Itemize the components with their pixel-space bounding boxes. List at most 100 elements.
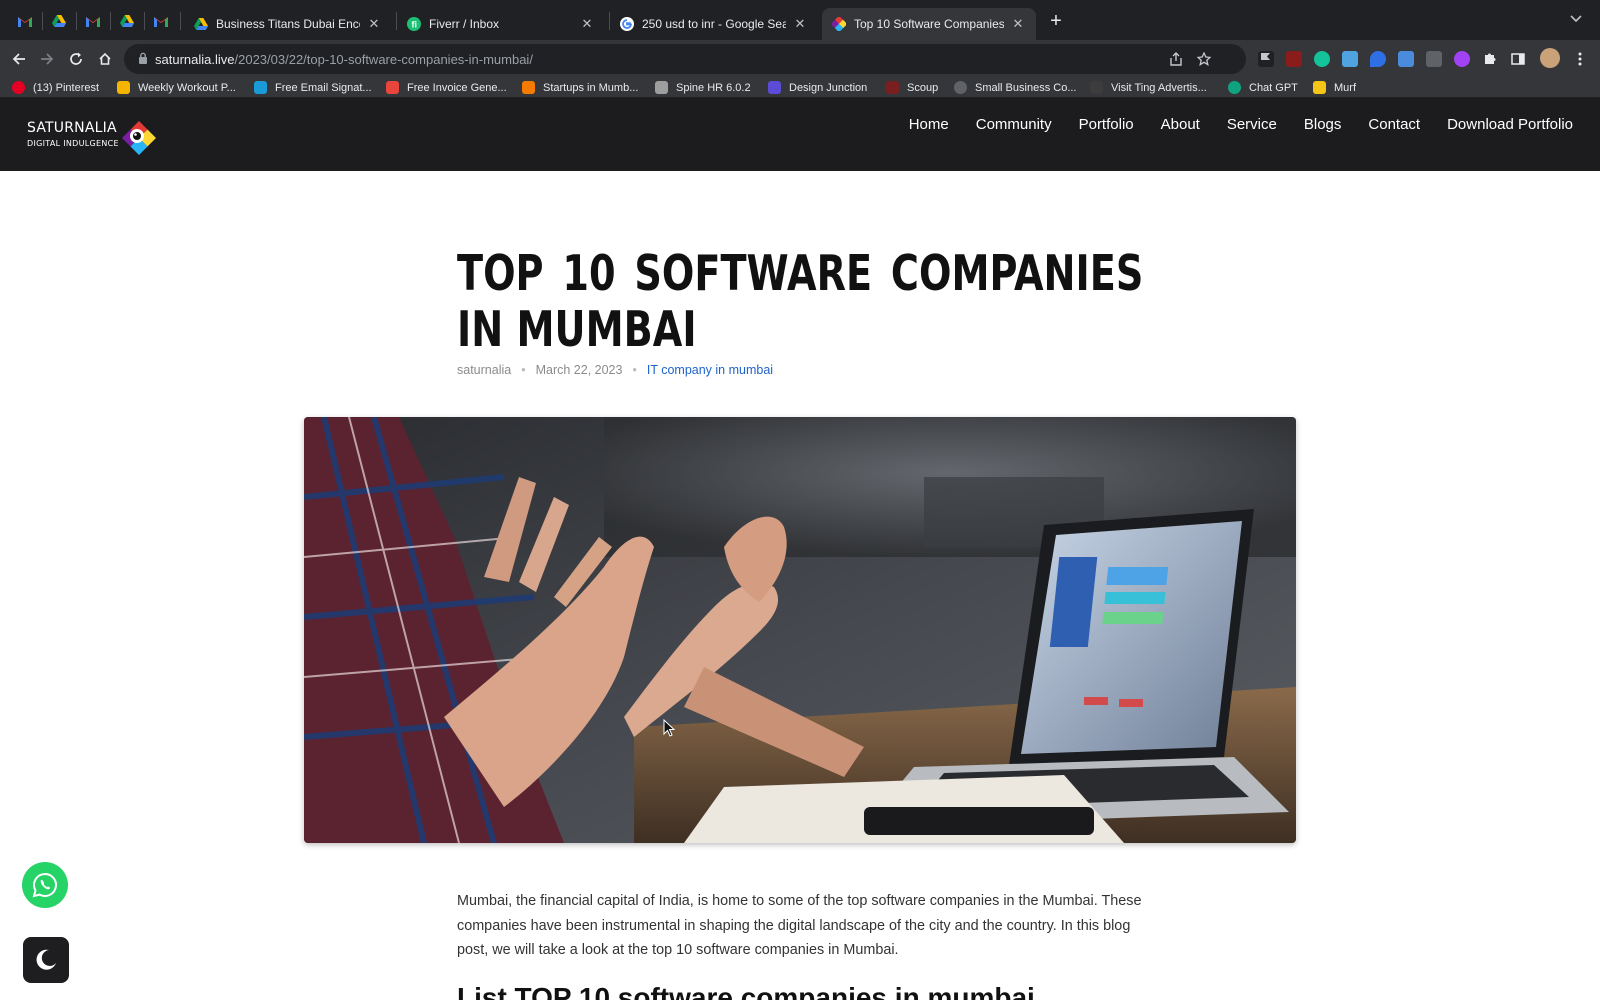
extension-pin-icon[interactable]	[1370, 51, 1386, 67]
nav-about[interactable]: About	[1161, 116, 1200, 133]
browser-tab[interactable]: Business Titans Dubai Encore ✕	[184, 8, 392, 40]
bookmark-star-icon[interactable]	[1196, 51, 1212, 67]
dark-mode-toggle[interactable]	[23, 937, 69, 983]
post-intro-paragraph: Mumbai, the financial capital of India, …	[457, 893, 1142, 959]
lock-icon	[139, 52, 147, 64]
nav-service[interactable]: Service	[1227, 116, 1277, 133]
pinned-tab-gmail[interactable]	[10, 8, 40, 34]
home-icon	[99, 52, 111, 65]
browser-tab[interactable]: fi Fiverr / Inbox ✕	[397, 8, 605, 40]
bookmark-icon	[768, 81, 781, 94]
share-icon[interactable]	[1168, 51, 1184, 67]
bookmark-icon	[954, 81, 967, 94]
new-tab-button[interactable]: +	[1044, 10, 1068, 33]
extension-screen-icon[interactable]	[1398, 51, 1414, 67]
pinned-tab-drive[interactable]	[44, 8, 74, 34]
bookmarks-bar: (13) Pinterest Weekly Workout P... Free …	[0, 78, 1600, 98]
extension-audio-icon[interactable]	[1426, 51, 1442, 67]
extension-red-icon[interactable]	[1286, 51, 1302, 67]
nav-portfolio[interactable]: Portfolio	[1079, 116, 1134, 133]
close-tab-icon[interactable]: ✕	[366, 16, 382, 32]
back-arrow-icon	[12, 53, 25, 65]
url-path: /2023/03/22/top-10-software-companies-in…	[234, 52, 533, 67]
post-category-link[interactable]: IT company in mumbai	[647, 363, 773, 377]
browser-menu-icon[interactable]	[1572, 51, 1588, 67]
bookmark-item[interactable]: Murf	[1313, 81, 1356, 94]
gmail-icon	[86, 16, 100, 27]
pinned-tab-gmail-2[interactable]	[78, 8, 108, 34]
pinned-tab-gmail-3[interactable]	[146, 8, 176, 34]
bookmark-icon	[886, 81, 899, 94]
site-header: SATURNALIA DIGITAL INDULGENCE Home Commu…	[0, 98, 1600, 171]
bookmark-icon	[254, 81, 267, 94]
back-button[interactable]	[6, 46, 32, 72]
gmail-icon	[154, 16, 168, 27]
nav-download-portfolio[interactable]: Download Portfolio	[1447, 116, 1573, 133]
grammarly-icon[interactable]	[1314, 51, 1330, 67]
fiverr-icon: fi	[407, 17, 421, 31]
post-author[interactable]: saturnalia	[457, 363, 511, 377]
nav-blogs[interactable]: Blogs	[1304, 116, 1342, 133]
close-tab-icon[interactable]: ✕	[579, 16, 595, 32]
pinterest-icon	[12, 81, 25, 94]
bookmark-item[interactable]: Chat GPT	[1228, 81, 1298, 94]
bookmark-item[interactable]: (13) Pinterest	[12, 81, 99, 94]
tab-title: Fiverr / Inbox	[429, 17, 500, 31]
google-drive-icon	[52, 15, 66, 27]
bookmark-icon	[1090, 81, 1103, 94]
bookmark-icon	[1313, 81, 1326, 94]
google-icon	[620, 17, 634, 31]
logo-wordmark: SATURNALIA	[27, 120, 117, 136]
moon-icon	[36, 949, 56, 970]
home-button[interactable]	[92, 46, 118, 72]
gmail-icon	[18, 16, 32, 27]
browser-tab-active[interactable]: Top 10 Software Companies In ✕	[822, 8, 1036, 40]
bookmark-item[interactable]: Spine HR 6.0.2	[655, 81, 751, 94]
close-tab-icon[interactable]: ✕	[792, 16, 808, 32]
meta-separator: •	[632, 363, 637, 377]
post-date[interactable]: March 22, 2023	[536, 363, 623, 377]
nav-home[interactable]: Home	[909, 116, 949, 133]
close-tab-icon[interactable]: ✕	[1010, 16, 1026, 32]
extension-flag-icon[interactable]	[1258, 51, 1274, 67]
main-nav: Home Community Portfolio About Service B…	[909, 116, 1573, 133]
bookmark-item[interactable]: Weekly Workout P...	[117, 81, 236, 94]
tab-title: 250 usd to inr - Google Search	[642, 17, 786, 31]
bookmark-item[interactable]: Startups in Mumb...	[522, 81, 638, 94]
office-laptop-photo	[304, 417, 1296, 843]
bookmark-icon	[386, 81, 399, 94]
bookmark-item[interactable]: Visit Ting Advertis...	[1090, 81, 1207, 94]
whatsapp-chat-button[interactable]	[22, 862, 68, 908]
profile-avatar[interactable]	[1540, 48, 1560, 68]
bookmark-item[interactable]: Design Junction	[768, 81, 867, 94]
chatgpt-icon	[1228, 81, 1241, 94]
bookmark-item[interactable]: Small Business Co...	[954, 81, 1076, 94]
saturnalia-logo-icon	[122, 121, 156, 155]
nav-community[interactable]: Community	[976, 116, 1052, 133]
bookmark-item[interactable]: Free Email Signat...	[254, 81, 372, 94]
site-logo[interactable]: SATURNALIA DIGITAL INDULGENCE	[27, 112, 167, 160]
extension-save-icon[interactable]	[1342, 51, 1358, 67]
browser-tab[interactable]: 250 usd to inr - Google Search ✕	[610, 8, 818, 40]
mouse-cursor-icon	[663, 719, 675, 737]
tab-title: Top 10 Software Companies In	[854, 17, 1004, 31]
puzzle-extensions-icon[interactable]	[1482, 51, 1498, 67]
google-drive-icon	[194, 18, 208, 30]
forward-arrow-icon	[41, 53, 54, 65]
whatsapp-icon	[32, 872, 57, 898]
post-meta: saturnalia • March 22, 2023 • IT company…	[457, 363, 773, 377]
nav-contact[interactable]: Contact	[1368, 116, 1420, 133]
bookmark-item[interactable]: Scoup	[886, 81, 938, 94]
extension-ai-icon[interactable]	[1454, 51, 1470, 67]
side-panel-icon[interactable]	[1510, 51, 1526, 67]
meta-separator: •	[521, 363, 526, 377]
address-bar[interactable]: saturnalia.live/2023/03/22/top-10-softwa…	[124, 44, 1246, 74]
svg-text:fi: fi	[412, 20, 418, 30]
reload-button[interactable]	[63, 46, 89, 72]
forward-button[interactable]	[34, 46, 60, 72]
section-heading: List TOP 10 software companies in mumbai	[457, 982, 1035, 1000]
tab-search-chevron-icon[interactable]	[1570, 12, 1582, 26]
pinned-tab-drive-2[interactable]	[112, 8, 142, 34]
bookmark-icon	[117, 81, 130, 94]
bookmark-item[interactable]: Free Invoice Gene...	[386, 81, 507, 94]
